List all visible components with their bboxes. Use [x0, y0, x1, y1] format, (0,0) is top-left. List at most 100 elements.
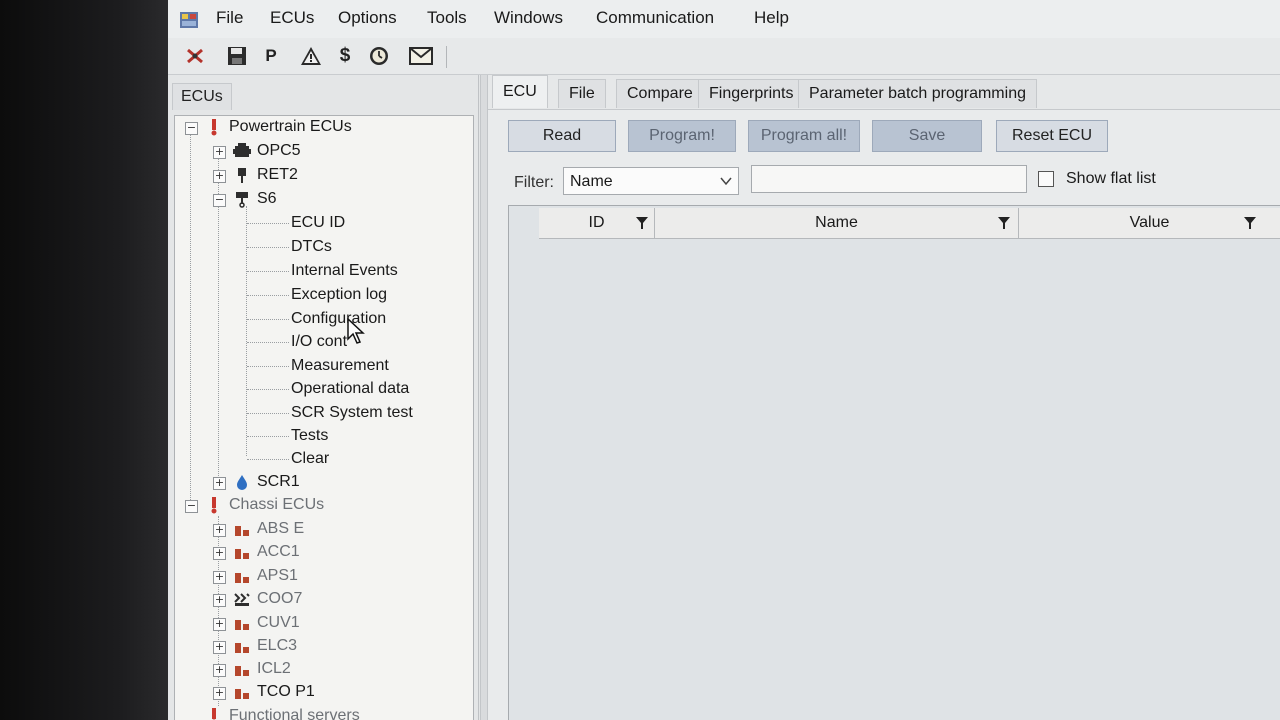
message-button[interactable]	[408, 44, 434, 68]
tree-node-chassi[interactable]: Chassi ECUs	[205, 494, 324, 516]
tree-connector	[247, 436, 289, 437]
tab-ecu[interactable]: ECU	[492, 75, 548, 108]
tab-ecus[interactable]: ECUs	[172, 83, 232, 110]
ecu-tree[interactable]: − Powertrain ECUs + OPC5 + RET2 − S6 ECU…	[174, 115, 474, 720]
expand-toggle[interactable]: +	[213, 146, 226, 159]
engine-ecu-icon	[233, 190, 251, 208]
ecu-module-icon	[233, 637, 251, 655]
expand-toggle[interactable]: +	[213, 170, 226, 183]
reset-ecu-button[interactable]: Reset ECU	[996, 120, 1108, 152]
menu-ecus[interactable]: ECUs	[270, 8, 314, 28]
dollar-icon: $	[339, 45, 351, 66]
tree-connector	[247, 223, 289, 224]
menu-windows[interactable]: Windows	[494, 8, 563, 28]
tree-node-acc1[interactable]: ACC1	[233, 541, 300, 563]
show-flat-list-checkbox[interactable]	[1038, 171, 1054, 187]
tree-leaf-internal-events[interactable]: Internal Events	[291, 260, 398, 282]
tree-leaf-operational-data[interactable]: Operational data	[291, 378, 409, 400]
watch-button[interactable]	[366, 44, 392, 68]
column-header-label: ID	[588, 214, 605, 231]
connect-button[interactable]	[182, 44, 208, 68]
tab-fingerprints[interactable]: Fingerprints	[698, 79, 805, 108]
read-button[interactable]: Read	[508, 120, 616, 152]
tab-parameter-batch-programming[interactable]: Parameter batch programming	[798, 79, 1037, 108]
expand-toggle[interactable]: +	[213, 547, 226, 560]
tree-node-tco-p1[interactable]: TCO P1	[233, 681, 315, 703]
tab-file[interactable]: File	[558, 79, 606, 108]
column-filter-icon[interactable]	[1243, 216, 1257, 230]
tree-node-coo7[interactable]: COO7	[233, 588, 302, 610]
filter-field-select[interactable]: Name	[563, 167, 739, 195]
column-filter-icon[interactable]	[997, 216, 1011, 230]
tree-node-scr1[interactable]: SCR1	[233, 471, 300, 493]
expand-toggle[interactable]: +	[213, 571, 226, 584]
tree-node-label: ELC3	[257, 637, 298, 654]
tree-leaf-measurement[interactable]: Measurement	[291, 355, 389, 377]
expand-toggle[interactable]: +	[213, 664, 226, 677]
save-button[interactable]: Save	[872, 120, 982, 152]
tree-leaf-ecu-id[interactable]: ECU ID	[291, 212, 345, 234]
ecu-group-icon	[205, 118, 223, 136]
save-toolbar-button[interactable]	[224, 44, 250, 68]
tree-leaf-clear[interactable]: Clear	[291, 448, 329, 470]
engine-icon	[233, 142, 251, 160]
tree-leaf-exception-log[interactable]: Exception log	[291, 284, 387, 306]
expand-toggle[interactable]: +	[213, 687, 226, 700]
parameter-grid[interactable]: ID Name Value	[508, 205, 1280, 720]
warning-button[interactable]	[298, 44, 324, 68]
column-header-id[interactable]: ID	[539, 208, 655, 238]
column-header-label: Value	[1129, 214, 1170, 231]
panel-splitter[interactable]	[480, 75, 488, 720]
program-all-button[interactable]: Program all!	[748, 120, 860, 152]
tree-connector	[247, 247, 289, 248]
expand-toggle[interactable]: +	[213, 641, 226, 654]
expand-toggle[interactable]: +	[213, 594, 226, 607]
menu-help[interactable]: Help	[754, 8, 789, 28]
tree-leaf-tests[interactable]: Tests	[291, 425, 328, 447]
tree-node-aps1[interactable]: APS1	[233, 565, 298, 587]
grid-header: ID Name Value	[539, 208, 1280, 239]
tree-guide	[218, 516, 219, 706]
tree-leaf-scr-system-test[interactable]: SCR System test	[291, 402, 413, 424]
collapse-toggle[interactable]: −	[185, 122, 198, 135]
tree-node-label: Chassi ECUs	[229, 496, 325, 513]
tree-leaf-configuration[interactable]: Configuration	[291, 308, 386, 330]
tree-node-elc3[interactable]: ELC3	[233, 635, 297, 657]
tree-node-powertrain[interactable]: Powertrain ECUs	[205, 116, 352, 138]
tree-node-functional-servers[interactable]: Functional servers	[205, 705, 360, 720]
tree-node-opc5[interactable]: OPC5	[233, 140, 301, 162]
expand-toggle[interactable]: +	[213, 618, 226, 631]
tree-leaf-dtcs[interactable]: DTCs	[291, 236, 332, 258]
monitor-bezel	[0, 0, 168, 720]
menu-file[interactable]: File	[216, 8, 243, 28]
floppy-disk-icon	[228, 47, 246, 65]
menu-tools[interactable]: Tools	[427, 8, 467, 28]
column-header-name[interactable]: Name	[655, 208, 1019, 238]
column-filter-icon[interactable]	[635, 216, 649, 230]
collapse-toggle[interactable]: −	[185, 500, 198, 513]
ecu-tab-content: Read Program! Program all! Save Reset EC…	[488, 109, 1280, 720]
parameter-button[interactable]: P	[258, 44, 284, 68]
expand-toggle[interactable]: +	[213, 524, 226, 537]
filter-text-input[interactable]	[751, 165, 1027, 193]
collapse-toggle[interactable]: −	[213, 194, 226, 207]
tree-node-ret2[interactable]: RET2	[233, 164, 298, 186]
expand-toggle[interactable]: +	[213, 477, 226, 490]
program-button[interactable]: Program!	[628, 120, 736, 152]
menu-options[interactable]: Options	[338, 8, 397, 28]
ecu-module-icon	[233, 567, 251, 585]
app-logo-icon	[180, 12, 198, 28]
p-icon: P	[265, 46, 277, 65]
tree-leaf-io-control[interactable]: I/O cont	[291, 331, 347, 353]
tree-node-icl2[interactable]: ICL2	[233, 658, 291, 680]
tree-node-cuv1[interactable]: CUV1	[233, 612, 300, 634]
tree-node-s6[interactable]: S6	[233, 188, 277, 210]
tree-connector	[247, 271, 289, 272]
menu-communication[interactable]: Communication	[596, 8, 714, 28]
stopwatch-icon	[370, 47, 388, 65]
tree-node-abs-e[interactable]: ABS E	[233, 518, 304, 540]
column-header-value[interactable]: Value	[1019, 208, 1280, 238]
cost-button[interactable]: $	[332, 44, 358, 68]
tab-compare[interactable]: Compare	[616, 79, 704, 108]
toolbar-separator	[446, 46, 447, 68]
